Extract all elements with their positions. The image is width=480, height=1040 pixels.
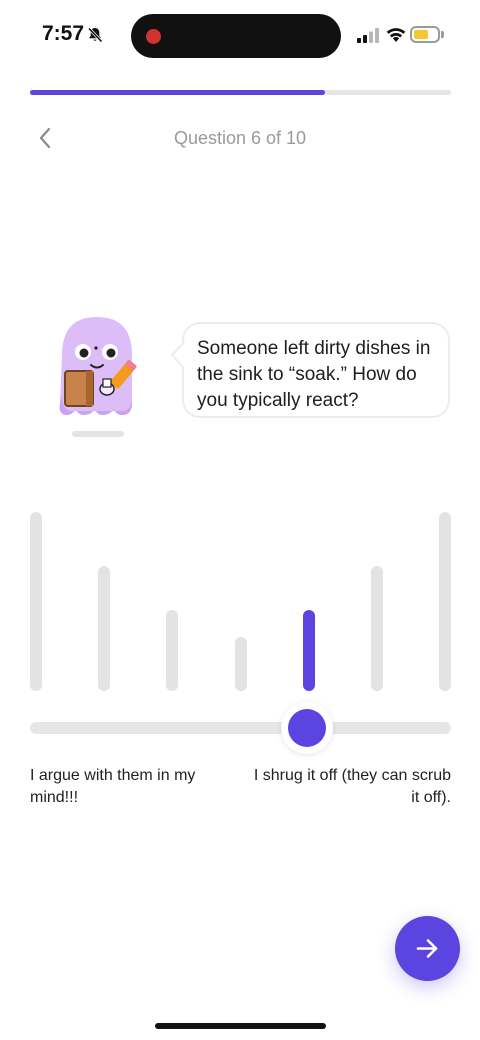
bell-muted-icon bbox=[87, 27, 103, 43]
scale-bar-4[interactable] bbox=[235, 637, 247, 691]
mascot-shadow bbox=[72, 431, 124, 437]
next-button[interactable] bbox=[395, 916, 460, 981]
slider-thumb-knob bbox=[288, 709, 326, 747]
arrow-right-icon bbox=[416, 939, 438, 958]
home-indicator bbox=[155, 1023, 326, 1029]
cellular-signal-icon bbox=[357, 28, 379, 43]
scale-bar-7[interactable] bbox=[439, 512, 451, 691]
scale-bar-1[interactable] bbox=[30, 512, 42, 691]
scale-right-label: I shrug it off (they can scrub it off). bbox=[253, 767, 451, 806]
quiz-progress-fill bbox=[30, 90, 325, 95]
battery-level bbox=[414, 30, 428, 39]
scale-bar-3[interactable] bbox=[166, 610, 178, 691]
scale-left-label: I argue with them in my mind!!! bbox=[30, 767, 196, 806]
status-time: 7:57 bbox=[42, 22, 85, 45]
battery-tip bbox=[441, 31, 444, 38]
response-slider-track[interactable] bbox=[30, 722, 451, 734]
scale-bar-5[interactable] bbox=[303, 610, 315, 691]
scale-bar-2[interactable] bbox=[98, 566, 110, 691]
question-counter: Question 6 of 10 bbox=[173, 128, 307, 148]
question-text: Someone left dirty dishes in the sink to… bbox=[197, 338, 431, 411]
dynamic-island bbox=[131, 14, 341, 58]
ghost-mascot-illustration bbox=[59, 317, 137, 415]
quiz-progress-bar bbox=[30, 90, 451, 95]
battery-icon bbox=[410, 26, 440, 43]
scale-bar-6[interactable] bbox=[371, 566, 383, 691]
speech-bubble-tail bbox=[171, 341, 186, 369]
wifi-icon bbox=[386, 28, 406, 42]
recording-indicator-icon bbox=[146, 29, 161, 44]
response-slider-thumb[interactable] bbox=[281, 702, 333, 754]
